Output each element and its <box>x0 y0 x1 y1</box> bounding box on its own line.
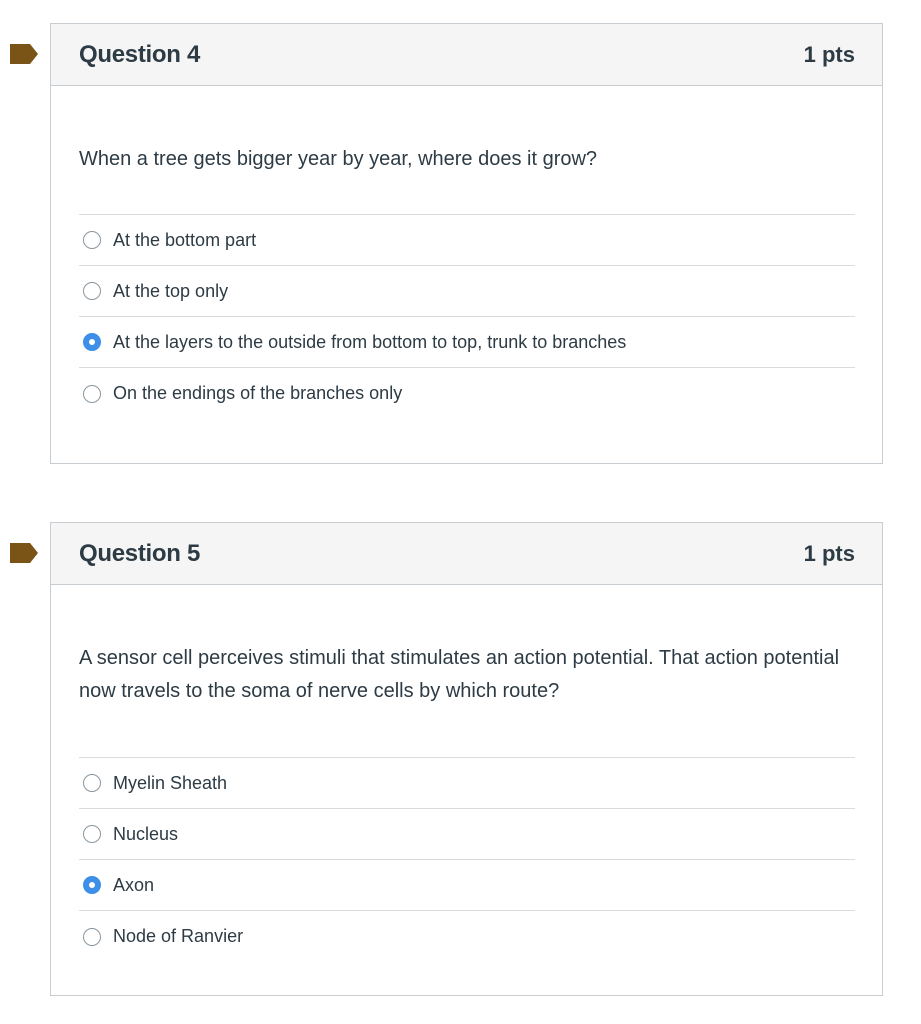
answer-label: Myelin Sheath <box>113 772 228 793</box>
question-4-card: Question 4 1 pts When a tree gets bigger… <box>10 23 883 464</box>
radio-button-selected[interactable] <box>83 876 101 894</box>
answer-option[interactable]: At the layers to the outside from bottom… <box>79 317 855 368</box>
answer-option[interactable]: Myelin Sheath <box>79 758 855 809</box>
answer-label: At the layers to the outside from bottom… <box>113 331 627 352</box>
question-points: 1 pts <box>803 540 855 566</box>
radio-button[interactable] <box>83 927 101 946</box>
question-header: Question 4 1 pts <box>51 24 882 86</box>
answer-option[interactable]: At the top only <box>79 266 855 317</box>
question-title: Question 5 <box>79 539 201 567</box>
radio-button[interactable] <box>83 774 101 792</box>
answer-option[interactable]: Node of Ranvier <box>79 911 855 962</box>
radio-button[interactable] <box>83 282 101 300</box>
question-text: When a tree gets bigger year by year, wh… <box>79 148 598 170</box>
answer-option[interactable]: Axon <box>79 860 855 911</box>
answer-label: At the top only <box>113 280 229 301</box>
radio-button-selected[interactable] <box>83 333 101 351</box>
radio-button[interactable] <box>83 231 101 249</box>
flag-icon[interactable] <box>10 543 38 563</box>
question-header: Question 5 1 pts <box>51 523 882 585</box>
question-text: A sensor cell perceives stimuli that sti… <box>79 647 840 702</box>
question-title: Question 4 <box>79 40 201 68</box>
answer-label: Axon <box>113 874 155 895</box>
radio-button[interactable] <box>83 384 101 403</box>
answer-list: Myelin Sheath Nucleus Axon Node of Ranvi… <box>79 757 855 962</box>
question-points: 1 pts <box>803 41 855 67</box>
flag-icon[interactable] <box>10 44 38 64</box>
answer-list: At the bottom part At the top only At th… <box>79 214 855 419</box>
answer-label: At the bottom part <box>113 229 257 250</box>
answer-option[interactable]: Nucleus <box>79 809 855 860</box>
radio-button[interactable] <box>83 825 101 843</box>
answer-option[interactable]: At the bottom part <box>79 215 855 266</box>
answer-label: Node of Ranvier <box>113 926 244 946</box>
answer-option[interactable]: On the endings of the branches only <box>79 368 855 419</box>
answer-label: On the endings of the branches only <box>113 383 403 403</box>
question-5-card: Question 5 1 pts A sensor cell perceives… <box>10 522 883 996</box>
answer-label: Nucleus <box>113 823 179 844</box>
